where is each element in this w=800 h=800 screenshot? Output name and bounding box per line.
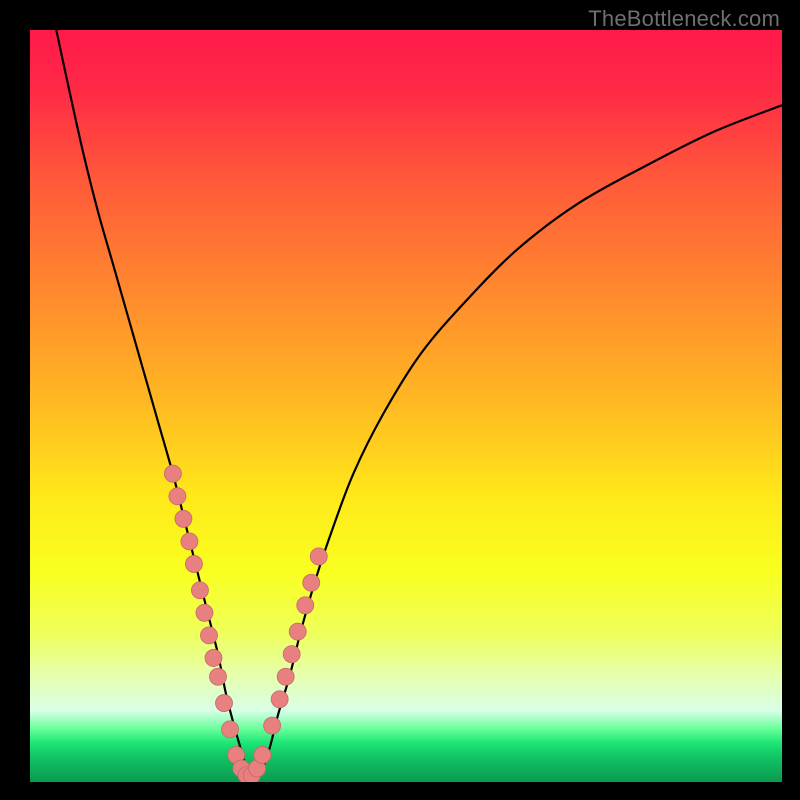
marker-dot	[185, 555, 202, 572]
marker-dot	[297, 597, 314, 614]
marker-dot	[216, 695, 233, 712]
chart-frame: TheBottleneck.com	[0, 0, 800, 800]
marker-dot	[271, 691, 288, 708]
marker-dot	[210, 668, 227, 685]
marker-dot	[289, 623, 306, 640]
marker-dot	[181, 533, 198, 550]
watermark-text: TheBottleneck.com	[588, 6, 780, 32]
marker-dot	[264, 717, 281, 734]
plot-area	[30, 30, 782, 782]
marker-dot	[164, 465, 181, 482]
marker-dot	[200, 627, 217, 644]
bottleneck-curve	[56, 30, 782, 777]
marker-dot	[205, 649, 222, 666]
marker-dot	[175, 510, 192, 527]
marker-dot	[310, 548, 327, 565]
marker-dot	[222, 721, 239, 738]
marker-dot	[277, 668, 294, 685]
marker-dot	[303, 574, 320, 591]
curve-layer	[30, 30, 782, 782]
marker-dot	[196, 604, 213, 621]
marker-dot	[283, 646, 300, 663]
marker-dot	[191, 582, 208, 599]
marker-dot	[254, 746, 271, 763]
marker-dot	[169, 488, 186, 505]
